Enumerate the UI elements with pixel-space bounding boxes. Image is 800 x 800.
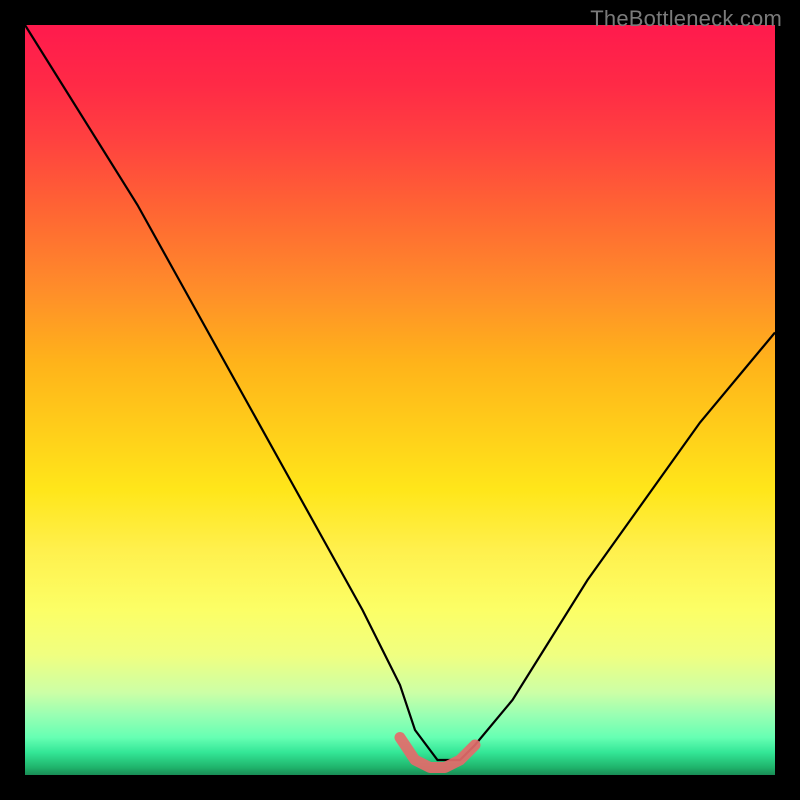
optimal-floor-highlight [400,738,475,768]
chart-frame: TheBottleneck.com [0,0,800,800]
plot-area [25,25,775,775]
bottleneck-curve [25,25,775,760]
chart-svg [25,25,775,775]
watermark-text: TheBottleneck.com [590,6,782,32]
